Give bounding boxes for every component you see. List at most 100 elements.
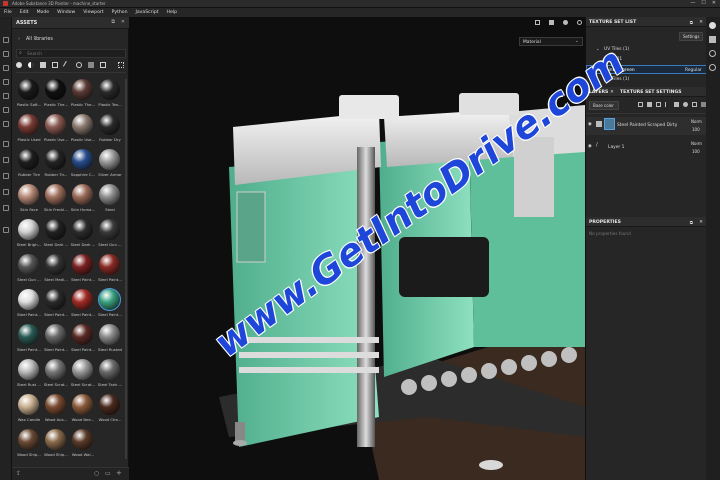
materials-filter-icon[interactable] bbox=[16, 62, 22, 68]
shader-label[interactable]: Regular bbox=[685, 68, 702, 73]
material-thumbnail[interactable]: Steel Paint... bbox=[70, 254, 96, 289]
log-icon[interactable] bbox=[3, 227, 9, 233]
material-thumbnail[interactable]: Rubber Tire bbox=[16, 149, 42, 184]
chevron-right-icon[interactable]: › bbox=[18, 36, 20, 42]
polygon-fill-icon[interactable] bbox=[3, 121, 9, 127]
smudge-icon[interactable] bbox=[3, 93, 9, 99]
texture-set-icon[interactable] bbox=[709, 22, 716, 29]
material-thumbnail[interactable]: Steel Scrat... bbox=[70, 359, 96, 394]
environments-filter-icon[interactable] bbox=[76, 62, 82, 68]
material-thumbnail[interactable]: Steel Rust ... bbox=[16, 359, 42, 394]
material-thumbnail[interactable]: Rubber Dry bbox=[97, 114, 123, 149]
layers-icon[interactable] bbox=[709, 36, 716, 43]
smart-materials-filter-icon[interactable] bbox=[28, 62, 34, 68]
brushes-filter-icon[interactable] bbox=[62, 60, 72, 70]
menu-mode[interactable]: Mode bbox=[37, 10, 50, 15]
material-thumbnail[interactable]: Plastic Use... bbox=[70, 114, 96, 149]
material-thumbnail[interactable]: Steel Paint... bbox=[97, 254, 123, 289]
material-thumbnail[interactable]: Wood Wal... bbox=[70, 429, 96, 464]
material-thumbnail[interactable]: Steel Medi... bbox=[43, 254, 69, 289]
menu-help[interactable]: Help bbox=[167, 10, 177, 15]
add-icon[interactable]: + bbox=[116, 469, 122, 477]
material-thumbnail[interactable]: Steel Paint... bbox=[43, 324, 69, 359]
instance-icon[interactable] bbox=[683, 102, 688, 107]
shelf-icon[interactable] bbox=[3, 173, 9, 179]
material-thumbnail[interactable]: Skin Freckl... bbox=[43, 184, 69, 219]
material-thumbnail[interactable]: Plastic The... bbox=[43, 79, 69, 114]
float-panel-icon[interactable]: ⧉ bbox=[111, 19, 115, 25]
blend-mode[interactable]: Norm bbox=[691, 141, 702, 146]
material-thumbnail[interactable]: Sapphire C... bbox=[70, 149, 96, 184]
material-thumbnail[interactable]: Steel Paint... bbox=[16, 324, 42, 359]
layout-icon[interactable] bbox=[549, 20, 554, 25]
add-mask-icon[interactable] bbox=[647, 102, 652, 107]
display-settings-icon[interactable] bbox=[3, 189, 9, 195]
material-thumbnail[interactable]: Steel Paint... bbox=[97, 288, 123, 324]
add-paint-layer-icon[interactable] bbox=[665, 102, 670, 107]
assets-scrollbar[interactable] bbox=[125, 79, 127, 459]
images-filter-icon[interactable] bbox=[100, 62, 106, 68]
material-thumbnail[interactable]: Silver Armor bbox=[97, 149, 123, 184]
camera-icon[interactable] bbox=[535, 20, 540, 25]
material-thumbnail[interactable]: Wood Che... bbox=[97, 394, 123, 429]
minimize-button[interactable]: — bbox=[690, 0, 695, 8]
texture-set-settings-button[interactable]: Settings bbox=[679, 32, 704, 41]
add-effect-icon[interactable] bbox=[638, 102, 643, 107]
material-thumbnail[interactable]: Plastic The... bbox=[70, 79, 96, 114]
material-thumbnail[interactable]: Steel Gun ... bbox=[16, 254, 42, 289]
folder-icon[interactable]: ▭ bbox=[105, 470, 111, 477]
layer-opacity[interactable]: 100 bbox=[692, 149, 700, 154]
info-icon[interactable] bbox=[709, 64, 716, 71]
paint-brush-icon[interactable] bbox=[3, 37, 9, 43]
add-folder-icon[interactable] bbox=[674, 102, 679, 107]
layer-opacity[interactable]: 100 bbox=[692, 127, 700, 132]
material-thumbnail[interactable]: Steel Paint... bbox=[70, 324, 96, 359]
material-thumbnail[interactable]: Steel Gun ... bbox=[97, 219, 123, 254]
close-panel-icon[interactable]: ✕ bbox=[699, 20, 703, 25]
layer-row[interactable]: ◉ / Layer 1 Norm 100 bbox=[586, 139, 707, 157]
material-thumbnail[interactable]: Steel bbox=[97, 184, 123, 219]
asset-search-input[interactable]: ⌕ Search bbox=[16, 49, 126, 58]
close-window-button[interactable]: ✕ bbox=[712, 0, 716, 8]
material-thumbnail[interactable]: Steel Brigh... bbox=[16, 219, 42, 254]
masks-filter-icon[interactable] bbox=[52, 62, 58, 68]
new-library-icon[interactable]: ○ bbox=[94, 470, 99, 477]
bake-icon[interactable] bbox=[3, 157, 9, 163]
material-thumbnail[interactable]: Steel Paint... bbox=[16, 289, 42, 324]
material-thumbnail[interactable]: Steel Tank ... bbox=[97, 359, 123, 394]
visibility-icon[interactable]: ◉ bbox=[588, 122, 592, 127]
picker-icon[interactable] bbox=[3, 141, 9, 147]
menu-javascript[interactable]: JavaScript bbox=[136, 10, 159, 15]
material-thumbnail[interactable]: Plastic Used bbox=[16, 114, 42, 149]
textures-filter-icon[interactable] bbox=[40, 62, 46, 68]
menu-edit[interactable]: Edit bbox=[20, 10, 29, 15]
material-thumbnail[interactable]: Wood Aca... bbox=[43, 394, 69, 429]
material-thumbnail[interactable]: Plastic Use... bbox=[43, 114, 69, 149]
properties-icon[interactable] bbox=[709, 50, 716, 57]
float-panel-icon[interactable]: ⧉ bbox=[690, 220, 693, 226]
material-thumbnail[interactable]: Wood Ship... bbox=[16, 429, 42, 464]
library-breadcrumb[interactable]: All libraries bbox=[26, 37, 53, 42]
environment-icon[interactable] bbox=[563, 20, 568, 25]
tab-texture-set-settings[interactable]: TEXTURE SET SETTINGS bbox=[620, 90, 682, 95]
close-panel-icon[interactable]: ✕ bbox=[121, 19, 125, 25]
layer-row[interactable]: ◉ Steel Painted Scraped Dirty Norm 100 bbox=[586, 117, 707, 135]
history-icon[interactable] bbox=[3, 205, 9, 211]
projection-icon[interactable] bbox=[3, 65, 9, 71]
blend-mode[interactable]: Norm bbox=[691, 119, 702, 124]
visibility-icon[interactable]: ◉ bbox=[588, 144, 592, 149]
menu-viewport[interactable]: Viewport bbox=[83, 10, 103, 15]
close-panel-icon[interactable]: ✕ bbox=[699, 220, 703, 225]
float-panel-icon[interactable]: ⧉ bbox=[690, 20, 693, 26]
maximize-button[interactable]: ☐ bbox=[701, 0, 705, 8]
menu-file[interactable]: File bbox=[4, 10, 12, 15]
material-thumbnail[interactable]: Steel Paint... bbox=[43, 289, 69, 324]
material-thumbnail[interactable]: Steel Dark ... bbox=[43, 219, 69, 254]
menu-python[interactable]: Python bbox=[112, 10, 128, 15]
filters-filter-icon[interactable] bbox=[88, 62, 94, 68]
material-thumbnail[interactable]: Steel Rusted bbox=[97, 324, 123, 359]
material-thumbnail[interactable]: Steel Paint... bbox=[70, 289, 96, 324]
geometry-mask-icon[interactable] bbox=[3, 79, 9, 85]
menu-window[interactable]: Window bbox=[57, 10, 75, 15]
import-icon[interactable]: ⇪ bbox=[16, 470, 21, 477]
